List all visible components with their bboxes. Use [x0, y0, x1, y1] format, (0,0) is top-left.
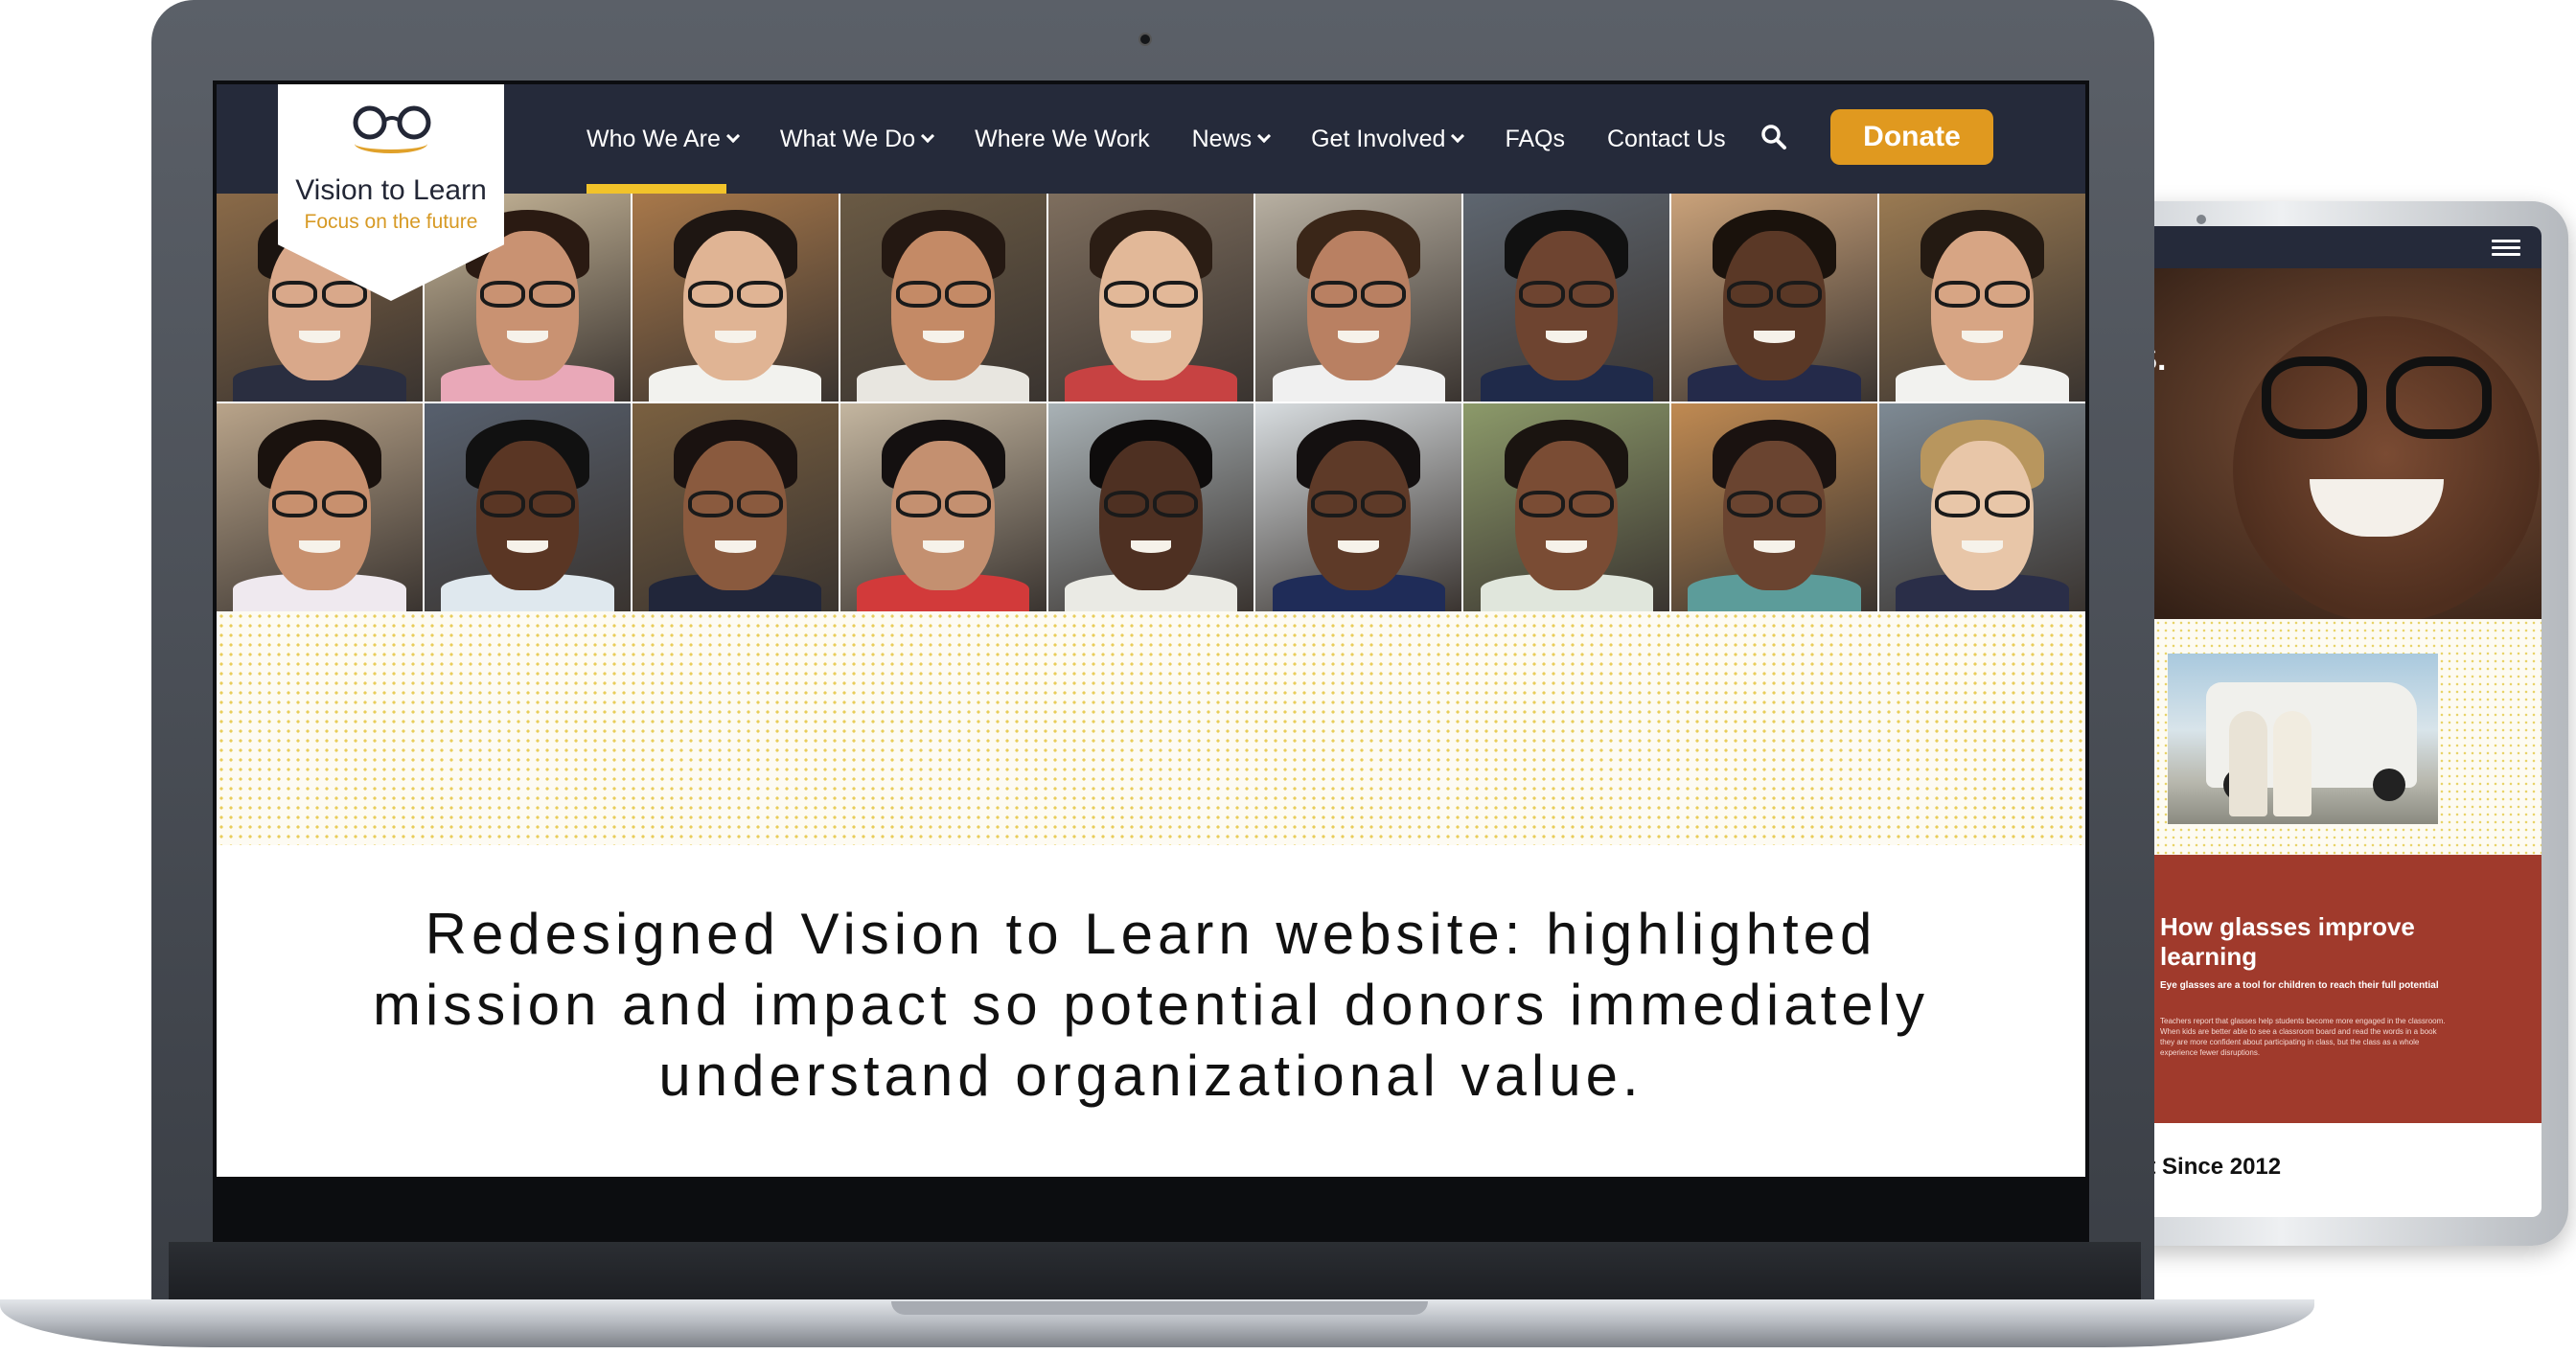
child-portrait-photo [1255, 194, 1462, 402]
card-title: How glasses improve learning [2160, 912, 2415, 971]
child-portrait-photo [1463, 403, 1670, 611]
nav-menu: Who We Are What We Do Where We Work News… [586, 84, 1768, 194]
tablet-nav-bar [2108, 226, 2542, 268]
donate-button[interactable]: Donate [1830, 109, 1993, 165]
project-caption: Redesigned Vision to Learn website: high… [373, 902, 1929, 1108]
nav-item-contact-us[interactable]: Contact Us [1607, 126, 1726, 153]
child-portrait-photo [840, 194, 1046, 402]
nav-item-who-we-are[interactable]: Who We Are [586, 126, 740, 153]
logo-tagline: Focus on the future [304, 211, 478, 233]
chevron-down-icon [921, 128, 935, 144]
children-photo-grid [217, 194, 2085, 611]
card-body: Teachers report that glasses help studen… [2160, 1017, 2446, 1057]
card-subtitle: Eye glasses are a tool for children to r… [2160, 980, 2439, 991]
active-nav-indicator [586, 184, 726, 194]
child-portrait-photo [840, 403, 1046, 611]
mobile-clinic-van-photo [2168, 654, 2438, 824]
child-portrait-photo [632, 194, 839, 402]
laptop-opening-notch [891, 1301, 1428, 1315]
nav-item-news[interactable]: News [1192, 126, 1272, 153]
chevron-down-icon [1257, 128, 1272, 144]
tablet-device: J.S. ed s How glasses improve learning E… [2089, 201, 2568, 1246]
logo-name: Vision to Learn [295, 174, 487, 206]
hamburger-menu-icon[interactable] [2492, 240, 2520, 257]
chevron-down-icon [725, 128, 740, 144]
nav-item-faqs[interactable]: FAQs [1505, 126, 1565, 153]
child-portrait-photo [1463, 194, 1670, 402]
child-portrait-photo [1879, 403, 2085, 611]
child-portrait-photo [1047, 194, 1254, 402]
child-portrait-photo [217, 403, 423, 611]
laptop-bezel [169, 1242, 2141, 1303]
chevron-down-icon [1451, 128, 1465, 144]
child-portrait-photo [1671, 194, 1878, 402]
child-portrait-photo [1047, 403, 1254, 611]
logo-smile-mark [355, 134, 427, 153]
tablet-camera [2196, 215, 2206, 224]
nav-item-get-involved[interactable]: Get Involved [1311, 126, 1465, 153]
tablet-hero-image: J.S. ed [2108, 268, 2542, 623]
nav-item-what-we-do[interactable]: What We Do [780, 126, 935, 153]
child-portrait-photo [1671, 403, 1878, 611]
child-portrait-photo [1255, 403, 1462, 611]
laptop-camera [1138, 33, 1152, 46]
search-icon[interactable] [1760, 123, 1788, 151]
laptop-screen: Who We Are What We Do Where We Work News… [217, 84, 2085, 1177]
child-portrait-photo [1879, 194, 2085, 402]
child-portrait-photo [424, 403, 631, 611]
nav-item-where-we-work[interactable]: Where We Work [975, 126, 1149, 153]
dotted-pattern-band [217, 611, 2085, 845]
child-portrait-photo [632, 403, 839, 611]
glasses-learning-card: How glasses improve learning Eye glasses… [2108, 855, 2542, 1123]
tablet-screen: J.S. ed s How glasses improve learning E… [2108, 226, 2542, 1217]
